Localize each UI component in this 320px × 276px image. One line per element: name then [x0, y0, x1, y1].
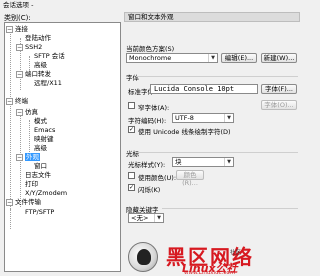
section-divider	[162, 208, 298, 209]
edit-button[interactable]: 编辑(E)...	[221, 53, 257, 63]
tree-item-xyzmodem[interactable]: X/Y/Zmodem	[25, 189, 67, 198]
use-color-label: 使用颜色(U):	[138, 174, 177, 182]
new-button[interactable]: 新建(W)...	[261, 53, 297, 63]
tree-item-logon-actions[interactable]: 登陆动作	[25, 34, 51, 43]
tree-item-label: Emacs	[34, 126, 56, 134]
tree-item-label: SSH2	[25, 43, 43, 51]
tree-item-label: 模式	[34, 117, 47, 125]
color-scheme-select[interactable]: Monochrome ▼	[126, 53, 218, 63]
tree-item-emacs[interactable]: Emacs	[34, 126, 55, 135]
tree-item-port-forwarding[interactable]: − 端口转发	[16, 70, 51, 79]
watermark: 黑区网络 社区 Linux公社 www.Linuxidc.com	[124, 240, 303, 276]
narrow-font-checkbox[interactable]	[128, 102, 135, 109]
collapse-icon[interactable]: −	[16, 70, 23, 78]
cursor-section-label: 光标	[126, 150, 139, 158]
session-options-window: 会话选项 - 类别(C): − 连接 登陆动作 − SSH2 SFTP 会话 高级 …	[0, 0, 303, 276]
tree-item-modes[interactable]: 模式	[34, 117, 47, 126]
cursor-style-value: 块	[175, 158, 182, 166]
chevron-down-icon: ▼	[154, 214, 163, 222]
collapse-icon[interactable]: −	[16, 108, 23, 116]
keyword-value: <无>	[131, 214, 149, 222]
color-button[interactable]: 颜色(R)...	[176, 170, 204, 187]
settings-panel: 窗口和文本外观 当前颜色方案(S) Monochrome ▼ 编辑(E)... …	[124, 12, 300, 274]
tree-item-label: FTP/SFTP	[25, 208, 55, 216]
tree-item-label: 远程/X11	[34, 79, 62, 87]
font-section-label: 字体	[126, 74, 139, 82]
chevron-down-icon: ▼	[224, 158, 233, 166]
narrow-font-button[interactable]: 字体(O)...	[261, 100, 297, 110]
tree-item-label: 映射键	[34, 135, 54, 143]
charset-value: UTF-8	[175, 114, 194, 122]
keyword-select[interactable]: <无> ▼	[128, 213, 164, 223]
tree-item-remote-x11[interactable]: 远程/X11	[34, 79, 62, 88]
tree-item-log-file[interactable]: 日志文件	[25, 171, 51, 180]
window-title: 会话选项 -	[0, 0, 303, 10]
watermark-sub: 社区	[230, 250, 242, 256]
tree-item-emulation[interactable]: − 仿真	[16, 108, 38, 117]
tree-item-terminal[interactable]: − 终端	[6, 97, 28, 106]
tree-item-label: SFTP 会话	[34, 52, 65, 60]
tree-item-ftp-sftp[interactable]: FTP/SFTP	[25, 208, 54, 217]
tree-item-label: 外观	[25, 153, 40, 161]
tree-item-label: 窗口	[34, 162, 47, 170]
chevron-down-icon: ▼	[208, 54, 217, 62]
tree-item-label: 高级	[34, 61, 47, 69]
tree-item-label: 连接	[15, 25, 28, 33]
color-scheme-value: Monochrome	[129, 54, 172, 62]
tree-item-printing[interactable]: 打印	[25, 180, 38, 189]
section-divider	[136, 152, 298, 153]
tree-item-label: X/Y/Zmodem	[25, 189, 68, 197]
tree-item-connection[interactable]: − 连接	[6, 25, 28, 34]
tree-item-emulation-advanced[interactable]: 高级	[34, 144, 47, 153]
category-tree[interactable]: − 连接 登陆动作 − SSH2 SFTP 会话 高级 − 端口转发 远程/X11 −…	[4, 22, 121, 272]
section-divider	[136, 76, 298, 77]
charset-label: 字符编码(H):	[128, 117, 167, 125]
tree-item-label: 仿真	[25, 108, 38, 116]
tree-item-label: 打印	[25, 180, 38, 188]
tree-guide	[10, 209, 11, 229]
collapse-icon[interactable]: −	[6, 25, 13, 33]
charset-select[interactable]: UTF-8 ▼	[172, 113, 234, 123]
tree-item-label: 端口转发	[25, 70, 51, 78]
tree-item-label: 登陆动作	[25, 34, 51, 42]
cursor-style-label: 光标样式(Y):	[128, 161, 166, 169]
unicode-line-drawing-checkbox[interactable]: ✓	[128, 126, 135, 133]
collapse-icon[interactable]: −	[16, 43, 23, 51]
blink-checkbox[interactable]: ✓	[128, 184, 135, 191]
tree-item-label: 日志文件	[25, 171, 51, 179]
color-scheme-label: 当前颜色方案(S)	[126, 45, 175, 53]
collapse-icon[interactable]: −	[16, 153, 23, 161]
normal-font-display: Lucida Console 10pt	[150, 84, 258, 94]
tree-item-ssh2-advanced[interactable]: 高级	[34, 61, 47, 70]
tree-item-file-transfer[interactable]: − 文件传输	[6, 198, 41, 207]
chevron-down-icon: ▼	[224, 114, 233, 122]
tree-item-appearance[interactable]: − 外观	[16, 153, 40, 162]
unicode-line-drawing-label: 使用 Unicode 线条绘制字符(D)	[138, 128, 231, 136]
tree-guide	[10, 29, 11, 209]
narrow-font-label: 窄字体(A):	[138, 104, 170, 112]
tree-item-label: 终端	[15, 97, 28, 105]
tree-item-sftp-session[interactable]: SFTP 会话	[34, 52, 65, 61]
collapse-icon[interactable]: −	[6, 198, 13, 206]
panel-header: 窗口和文本外观	[124, 12, 300, 22]
blink-label: 闪烁(K)	[138, 186, 161, 194]
watermark-url: www.Linuxidc.com	[184, 270, 236, 276]
tree-item-label: 文件传输	[15, 198, 41, 206]
tux-logo-icon	[128, 242, 158, 272]
cursor-style-select[interactable]: 块 ▼	[172, 157, 234, 167]
tree-item-ssh2[interactable]: − SSH2	[16, 43, 42, 52]
tree-item-label: 高级	[34, 144, 47, 152]
font-button[interactable]: 字体(F)...	[261, 84, 297, 94]
tree-item-window[interactable]: 窗口	[34, 162, 47, 171]
collapse-icon[interactable]: −	[6, 97, 13, 105]
use-color-checkbox[interactable]	[128, 172, 135, 179]
tree-item-mapped-keys[interactable]: 映射键	[34, 135, 54, 144]
